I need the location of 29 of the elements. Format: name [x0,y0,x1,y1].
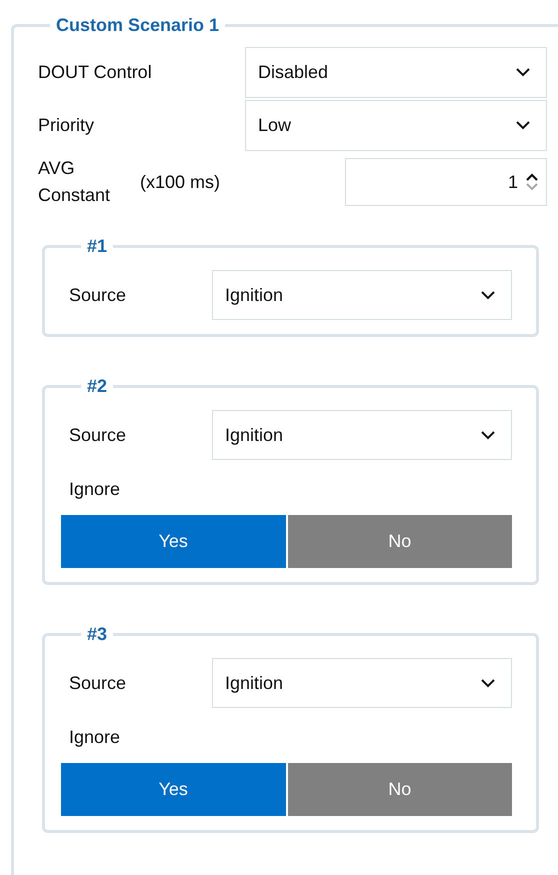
group-title: #1 [86,235,108,258]
field-label: AVG Constant [38,157,112,207]
field-label: Priority [38,114,96,137]
chevron-down-icon [481,290,495,300]
chevron-down-icon [481,430,495,440]
group-title: #2 [86,375,108,398]
dropdown[interactable]: Ignition [212,270,512,320]
toggle-option[interactable]: Yes [61,515,286,568]
chevron-down-icon [516,121,530,130]
toggle-option[interactable]: Yes [61,763,286,816]
source-label: Source [69,424,128,446]
group-title: #3 [86,623,108,646]
field-label: DOUT Control [38,61,153,84]
panel-title: Custom Scenario 1 [55,14,220,37]
dropdown[interactable]: Ignition [212,410,512,460]
number-spinner[interactable]: 1 [345,158,547,206]
toggle-option[interactable]: No [288,763,512,816]
dropdown[interactable]: Low [245,100,547,151]
ignore-label: Ignore [69,478,122,501]
ignore-label: Ignore [69,726,122,749]
chevron-down-icon [481,678,495,688]
dropdown[interactable]: Disabled [245,47,547,98]
chevron-down-icon [516,68,530,77]
toggle-option[interactable]: No [288,515,512,568]
dropdown[interactable]: Ignition [212,658,512,708]
source-label: Source [69,672,128,694]
unit-label: (x100 ms) [140,170,222,194]
arrow-up-icon[interactable] [526,173,538,181]
source-label: Source [69,284,128,306]
